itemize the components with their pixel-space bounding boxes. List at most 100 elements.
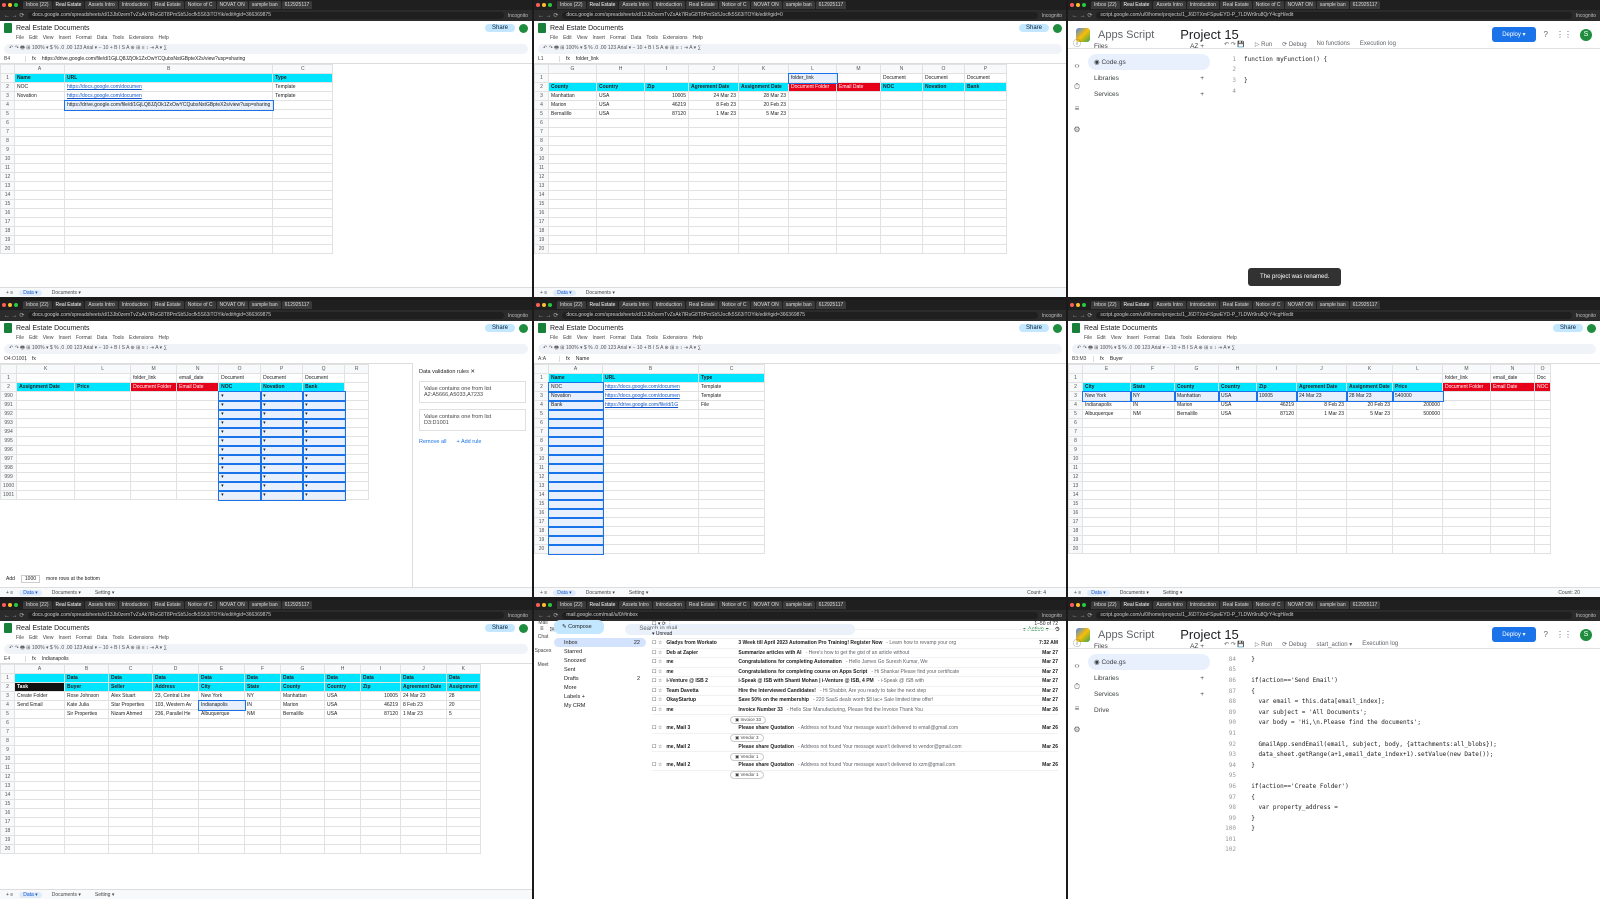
cell[interactable]: [836, 145, 881, 155]
document-title[interactable]: Real Estate Documents: [16, 25, 90, 32]
cell[interactable]: [547, 462, 604, 474]
cell[interactable]: [400, 826, 447, 836]
row-number[interactable]: 3: [534, 91, 549, 101]
menu-item[interactable]: File: [550, 335, 558, 343]
cell[interactable]: 10005: [1255, 390, 1298, 402]
cell[interactable]: [922, 136, 965, 146]
cell[interactable]: [880, 145, 923, 155]
cell[interactable]: [602, 436, 699, 446]
cell[interactable]: [1490, 463, 1535, 473]
rail-item[interactable]: Meet: [537, 662, 548, 668]
cell[interactable]: NM: [244, 709, 281, 719]
cell[interactable]: [130, 391, 178, 401]
cell[interactable]: Zip: [360, 682, 401, 692]
cell[interactable]: [198, 817, 245, 827]
cell[interactable]: [272, 100, 334, 110]
cell[interactable]: [14, 835, 65, 845]
cell[interactable]: [108, 799, 153, 809]
cell[interactable]: [1082, 445, 1131, 455]
validation-rule[interactable]: Value contains one from list D3:D1001: [419, 409, 526, 431]
cell[interactable]: Bernalillo: [280, 709, 325, 719]
cell[interactable]: [880, 118, 923, 128]
menu-item[interactable]: Data: [631, 35, 642, 43]
row-number[interactable]: 14: [0, 190, 15, 200]
cell[interactable]: [1346, 508, 1393, 518]
window-controls[interactable]: [536, 603, 552, 607]
cell[interactable]: [596, 127, 645, 137]
cell[interactable]: [602, 472, 699, 482]
cell[interactable]: [688, 235, 739, 245]
cell[interactable]: [1082, 526, 1131, 536]
cell[interactable]: [738, 118, 789, 128]
mail-row[interactable]: ☐ ☆ i-Venture @ ISB 2 i-Speak @ ISB with S…: [652, 677, 1058, 687]
menu-item[interactable]: Format: [1144, 335, 1160, 343]
row-number[interactable]: 9: [0, 745, 15, 755]
cell[interactable]: [1392, 472, 1443, 482]
nav-arrows-icon[interactable]: ← → ⟳: [1072, 612, 1092, 619]
cell[interactable]: Price: [1392, 382, 1443, 392]
cell[interactable]: [688, 127, 739, 137]
cell[interactable]: [1392, 544, 1443, 554]
menu-item[interactable]: Extensions: [663, 35, 687, 43]
cell[interactable]: https://drive.google.com/file/d/1GjLQ8JZ…: [63, 99, 274, 111]
row-number[interactable]: 13: [1068, 481, 1083, 491]
cell[interactable]: [922, 244, 965, 254]
cell[interactable]: [360, 745, 401, 755]
run-button[interactable]: ▷ Run: [1255, 641, 1272, 648]
cell[interactable]: [272, 226, 334, 236]
cell[interactable]: [644, 181, 689, 191]
cell[interactable]: [964, 154, 1007, 164]
cell[interactable]: [1392, 517, 1443, 527]
cell[interactable]: Assignment Date: [1346, 382, 1393, 392]
cell[interactable]: [548, 190, 597, 200]
row-number[interactable]: 4: [0, 100, 15, 110]
cell[interactable]: New York: [198, 691, 245, 701]
cell[interactable]: NOC: [880, 82, 923, 92]
cell[interactable]: [1346, 463, 1393, 473]
cell[interactable]: [74, 481, 132, 491]
row-number[interactable]: 14: [534, 490, 549, 500]
cell[interactable]: [344, 481, 370, 491]
cell[interactable]: [152, 718, 199, 728]
cell[interactable]: [547, 534, 604, 546]
browser-tab[interactable]: Real Estate: [586, 1, 619, 9]
cell[interactable]: [964, 109, 1007, 119]
column-header[interactable]: G: [548, 64, 597, 74]
sheet-tab[interactable]: Data ▾: [553, 289, 576, 296]
browser-tab[interactable]: Assets Intro: [85, 301, 118, 309]
browser-tab[interactable]: Inbox (22): [1091, 301, 1120, 309]
cell[interactable]: [688, 172, 739, 182]
cell[interactable]: [272, 163, 334, 173]
cell[interactable]: Nizam Ahmed: [108, 709, 153, 719]
cell[interactable]: [548, 235, 597, 245]
cell[interactable]: [1218, 481, 1257, 491]
menu-item[interactable]: Tools: [646, 335, 658, 343]
nav-arrows-icon[interactable]: ← → ⟳: [538, 612, 558, 619]
cell[interactable]: [1533, 490, 1552, 500]
cell[interactable]: ▾: [301, 390, 346, 402]
cell[interactable]: [596, 181, 645, 191]
cell[interactable]: [152, 844, 199, 854]
cell[interactable]: ▾: [301, 462, 346, 474]
cell[interactable]: NOC: [1533, 382, 1552, 392]
cell[interactable]: [1296, 481, 1347, 491]
cell[interactable]: [548, 145, 597, 155]
column-header[interactable]: K: [16, 364, 76, 374]
browser-tab[interactable]: Real Estate: [52, 301, 85, 309]
row-checkbox[interactable]: ☐ ☆: [652, 725, 662, 731]
browser-tab[interactable]: Real Estate: [151, 301, 184, 309]
cell[interactable]: [324, 826, 361, 836]
cell[interactable]: [1256, 544, 1297, 554]
cell[interactable]: State: [244, 682, 281, 692]
cell[interactable]: ▾: [259, 444, 304, 456]
cell[interactable]: [1490, 535, 1535, 545]
cell[interactable]: [400, 727, 447, 737]
attachment-chip[interactable]: ▣ Vendor 3: [730, 734, 764, 742]
row-number[interactable]: 6: [0, 118, 15, 128]
browser-tab[interactable]: Assets Intro: [619, 601, 652, 609]
cell[interactable]: Data: [198, 673, 245, 683]
cell[interactable]: [16, 463, 76, 473]
browser-tab[interactable]: Introduction: [652, 301, 685, 309]
cell[interactable]: [738, 226, 789, 236]
cell[interactable]: [880, 154, 923, 164]
